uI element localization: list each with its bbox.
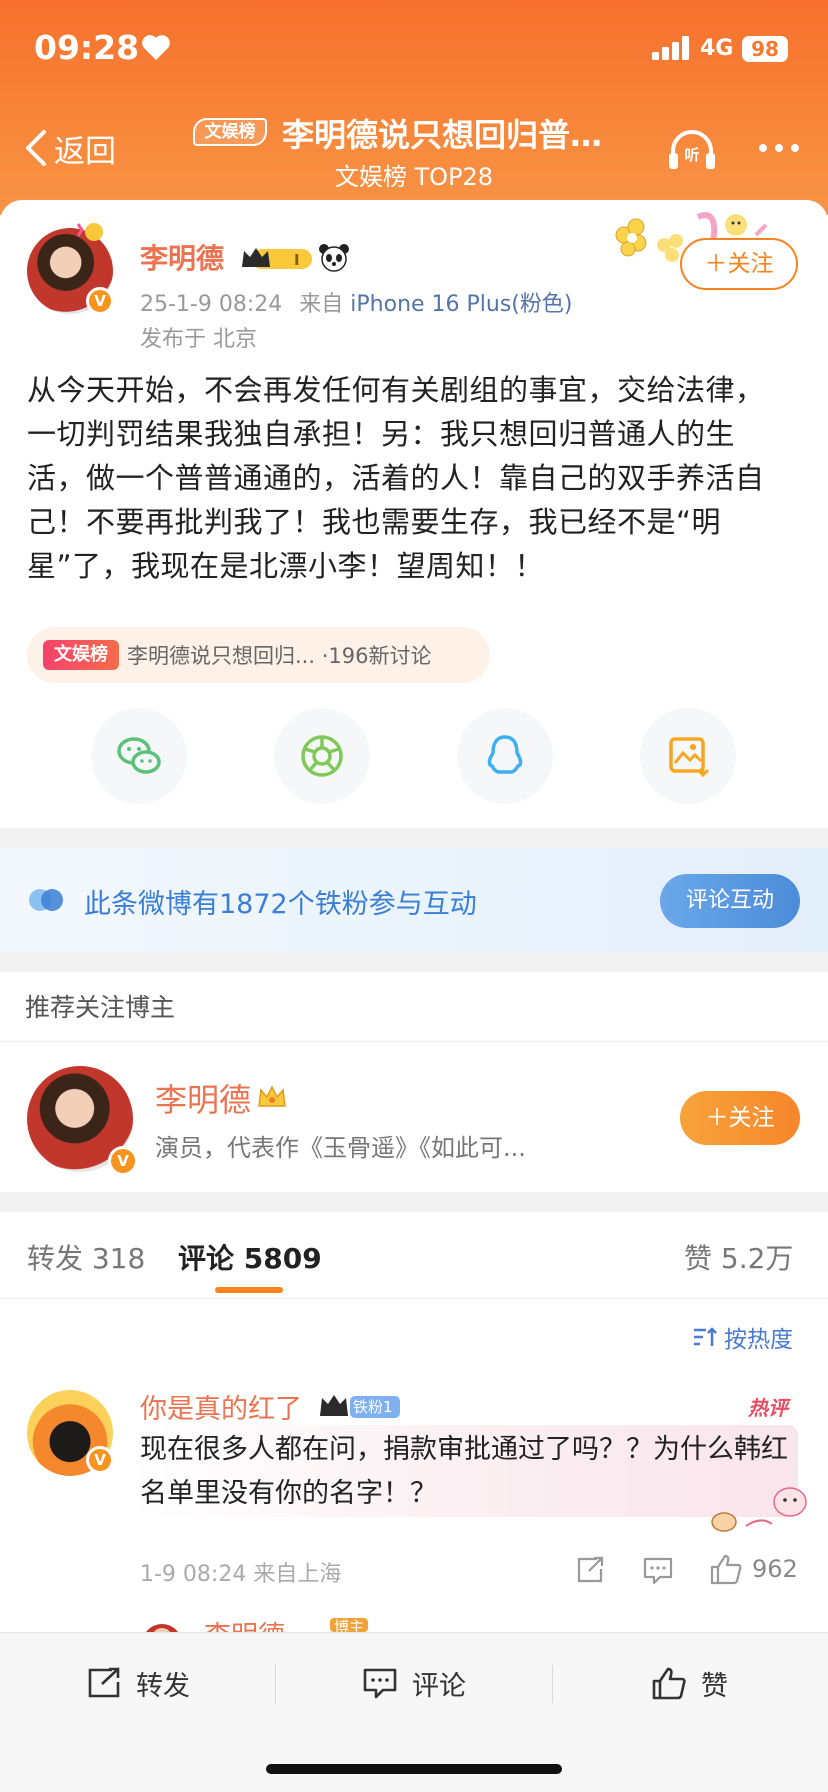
network-type: 4G [700, 36, 734, 61]
post-meta: 25-1-9 08:24 来自 iPhone 16 Plus(粉色) [140, 286, 572, 318]
svg-text:I: I [294, 251, 300, 269]
divider [275, 1665, 276, 1703]
bottom-comment-button[interactable]: 评论 [362, 1661, 466, 1705]
listen-icon[interactable]: 听 [667, 127, 717, 173]
wechat-icon [117, 737, 161, 774]
membership-crown-icon: I [242, 248, 312, 269]
home-indicator [266, 1764, 562, 1774]
page-title[interactable]: 李明德说只想回归普… [282, 110, 602, 156]
status-time: 09:28 [34, 28, 140, 67]
author-name[interactable]: 李明德 [140, 237, 224, 277]
post-location: 发布于 北京 [140, 327, 257, 352]
verified-badge: V [86, 1446, 114, 1474]
comment-meta: 1-9 08:24 来自上海 [140, 1562, 342, 1587]
comment-text: 现在很多人都在问，捐款审批通过了吗？？为什么韩红名单里没有你的名字！？ [140, 1434, 788, 1509]
crown-icon [258, 1085, 286, 1107]
cartoon-pig-icon [711, 1487, 807, 1532]
hot-comment-label: 热评 [748, 1396, 788, 1420]
bottom-like-button[interactable]: 赞 [651, 1661, 728, 1705]
bottom-repost-label: 转发 [136, 1670, 190, 1702]
top-header: 09:28 4G 98 返回 文娱榜 李明德说只想回归普… 文娱榜 TOP28 … [0, 0, 828, 215]
sort-button[interactable]: 按热度 [692, 1320, 793, 1354]
sort-label: 按热度 [724, 1327, 793, 1353]
divider [0, 1298, 828, 1299]
reply-peek-badge: 博主 [330, 1618, 369, 1632]
repost-icon [88, 1667, 120, 1698]
divider [552, 1665, 553, 1703]
recommend-name[interactable]: 李明德 [155, 1075, 251, 1121]
fans-icon [29, 889, 63, 911]
comment-icon [363, 1668, 397, 1699]
reply-icon[interactable] [642, 1555, 674, 1585]
bottom-repost-button[interactable]: 转发 [86, 1661, 190, 1705]
panda-icon [319, 244, 349, 272]
verified-badge: V [86, 287, 114, 315]
recommend-title: 推荐关注博主 [25, 993, 176, 1022]
section-divider [0, 952, 828, 972]
thumbs-up-icon[interactable] [709, 1553, 743, 1585]
moments-icon [301, 735, 343, 777]
battery-indicator: 98 [742, 36, 788, 62]
section-divider [0, 828, 828, 848]
share-wechat-button[interactable] [91, 708, 187, 804]
topic-chip[interactable]: 文娱榜 李明德说只想回归... ·196新讨论 [27, 627, 490, 683]
post-from-prefix: 来自 [299, 292, 344, 317]
tab-likes[interactable]: 赞 5.2万 [684, 1237, 793, 1277]
save-image-button[interactable] [640, 708, 736, 804]
section-divider [0, 1192, 828, 1212]
qq-icon [487, 735, 523, 774]
post-body: 从今天开始，不会再发任何有关剧组的事宜，交给法律，一切判罚结果我独自承担！另：我… [27, 373, 765, 583]
fan-badge-label: 铁粉1 [353, 1398, 393, 1416]
sort-icon [694, 1327, 717, 1346]
save-image-icon [669, 737, 710, 778]
share-qq-button[interactable] [457, 708, 553, 804]
svg-text:听: 听 [684, 146, 699, 164]
tab-comment[interactable]: 评论 5809 [178, 1237, 322, 1277]
thumbs-up-icon [652, 1667, 686, 1700]
sparkle-icon [76, 223, 103, 241]
fans-banner-text: 此条微博有1872个铁粉参与互动 [84, 889, 477, 920]
fans-banner: 此条微博有1872个铁粉参与互动 评论互动 [0, 848, 828, 952]
divider [0, 1041, 828, 1042]
comment-like-count: 962 [752, 1555, 798, 1583]
active-tab-indicator [215, 1287, 283, 1293]
more-icon[interactable] [757, 140, 801, 156]
commenter-name[interactable]: 你是真的红了 [140, 1387, 302, 1426]
reply-peek-name: 李明德 [204, 1614, 285, 1634]
topic-badge: 文娱榜 [193, 118, 267, 146]
repost-icon[interactable] [575, 1555, 605, 1585]
post-date: 25-1-9 08:24 [140, 292, 283, 317]
follow-button[interactable]: ＋关注 [680, 238, 798, 290]
bottom-comment-label: 评论 [412, 1670, 466, 1702]
heart-icon [142, 35, 170, 60]
verified-badge: V [108, 1146, 138, 1176]
post-device[interactable]: iPhone 16 Plus(粉色) [350, 292, 572, 317]
bottom-like-label: 赞 [701, 1670, 728, 1702]
topic-chip-text: 李明德说只想回归... ·196新讨论 [127, 644, 432, 668]
recommend-description: 演员，代表作《玉骨遥》《如此可... [155, 1134, 526, 1162]
tab-repost[interactable]: 转发 318 [27, 1237, 145, 1277]
share-moments-button[interactable] [274, 708, 370, 804]
topic-chip-tag: 文娱榜 [43, 640, 119, 670]
recommend-follow-button[interactable]: ＋关注 [680, 1091, 800, 1145]
signal-icon [652, 36, 689, 60]
comment-interact-button[interactable]: 评论互动 [660, 874, 800, 928]
